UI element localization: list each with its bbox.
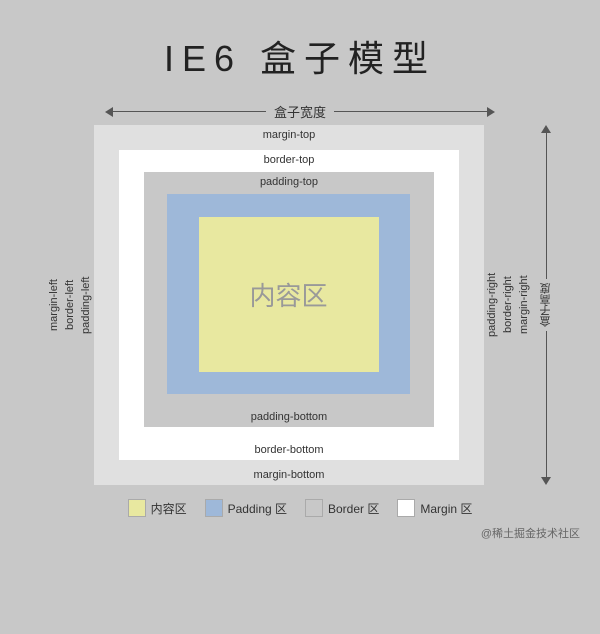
height-line-top [546,133,547,279]
content-label: 内容区 [249,276,327,313]
box-outer: margin-top border-top padding-top 内容区 [94,125,484,485]
margin-left-label: margin-left [46,125,62,485]
padding-top-label: padding-top [260,172,318,188]
border-right-label: border-right [500,125,516,485]
width-line-right [334,111,487,112]
border-bottom-label: border-bottom [254,444,323,456]
content-box: 内容区 [199,217,379,372]
legend: 内容区 Padding 区 Border 区 Margin 区 [128,499,473,517]
margin-top-label: margin-top [263,129,316,141]
right-labels: padding-right border-right margin-right [484,125,532,485]
legend-margin: Margin 区 [397,499,472,517]
legend-swatch-margin [397,499,415,517]
legend-swatch-padding [205,499,223,517]
padding-left-label: padding-left [78,125,94,485]
diagram-area: 盒子宽度 margin-left border-left padding-lef… [20,102,580,517]
legend-label-content: 内容区 [151,500,187,517]
legend-label-border: Border 区 [328,500,379,517]
width-arrow-left [105,107,113,117]
width-label: 盒子宽度 [266,102,334,121]
legend-swatch-border [305,499,323,517]
legend-border: Border 区 [305,499,379,517]
width-arrow-right [487,107,495,117]
left-labels: margin-left border-left padding-left [46,125,94,485]
border-left-label: border-left [62,125,78,485]
legend-swatch-content [128,499,146,517]
border-top-label: border-top [264,150,315,166]
legend-label-margin: Margin 区 [420,500,472,517]
width-line-left [113,111,266,112]
height-indicator: 盒子高度 [538,125,554,485]
padding-right-label: padding-right [484,125,500,485]
padding-bottom-label: padding-bottom [251,411,327,423]
legend-content: 内容区 [128,499,187,517]
main-row: margin-left border-left padding-left mar… [46,125,554,485]
page-title: IE6 盒子模型 [164,30,436,82]
margin-bottom-label: margin-bottom [254,469,325,481]
height-line-bottom [546,331,547,477]
width-indicator: 盒子宽度 [105,102,495,121]
watermark: @稀土掘金技术社区 [481,525,580,541]
legend-label-padding: Padding 区 [228,500,287,517]
margin-right-label: margin-right [516,125,532,485]
legend-padding: Padding 区 [205,499,287,517]
height-label: 盒子高度 [538,279,554,331]
